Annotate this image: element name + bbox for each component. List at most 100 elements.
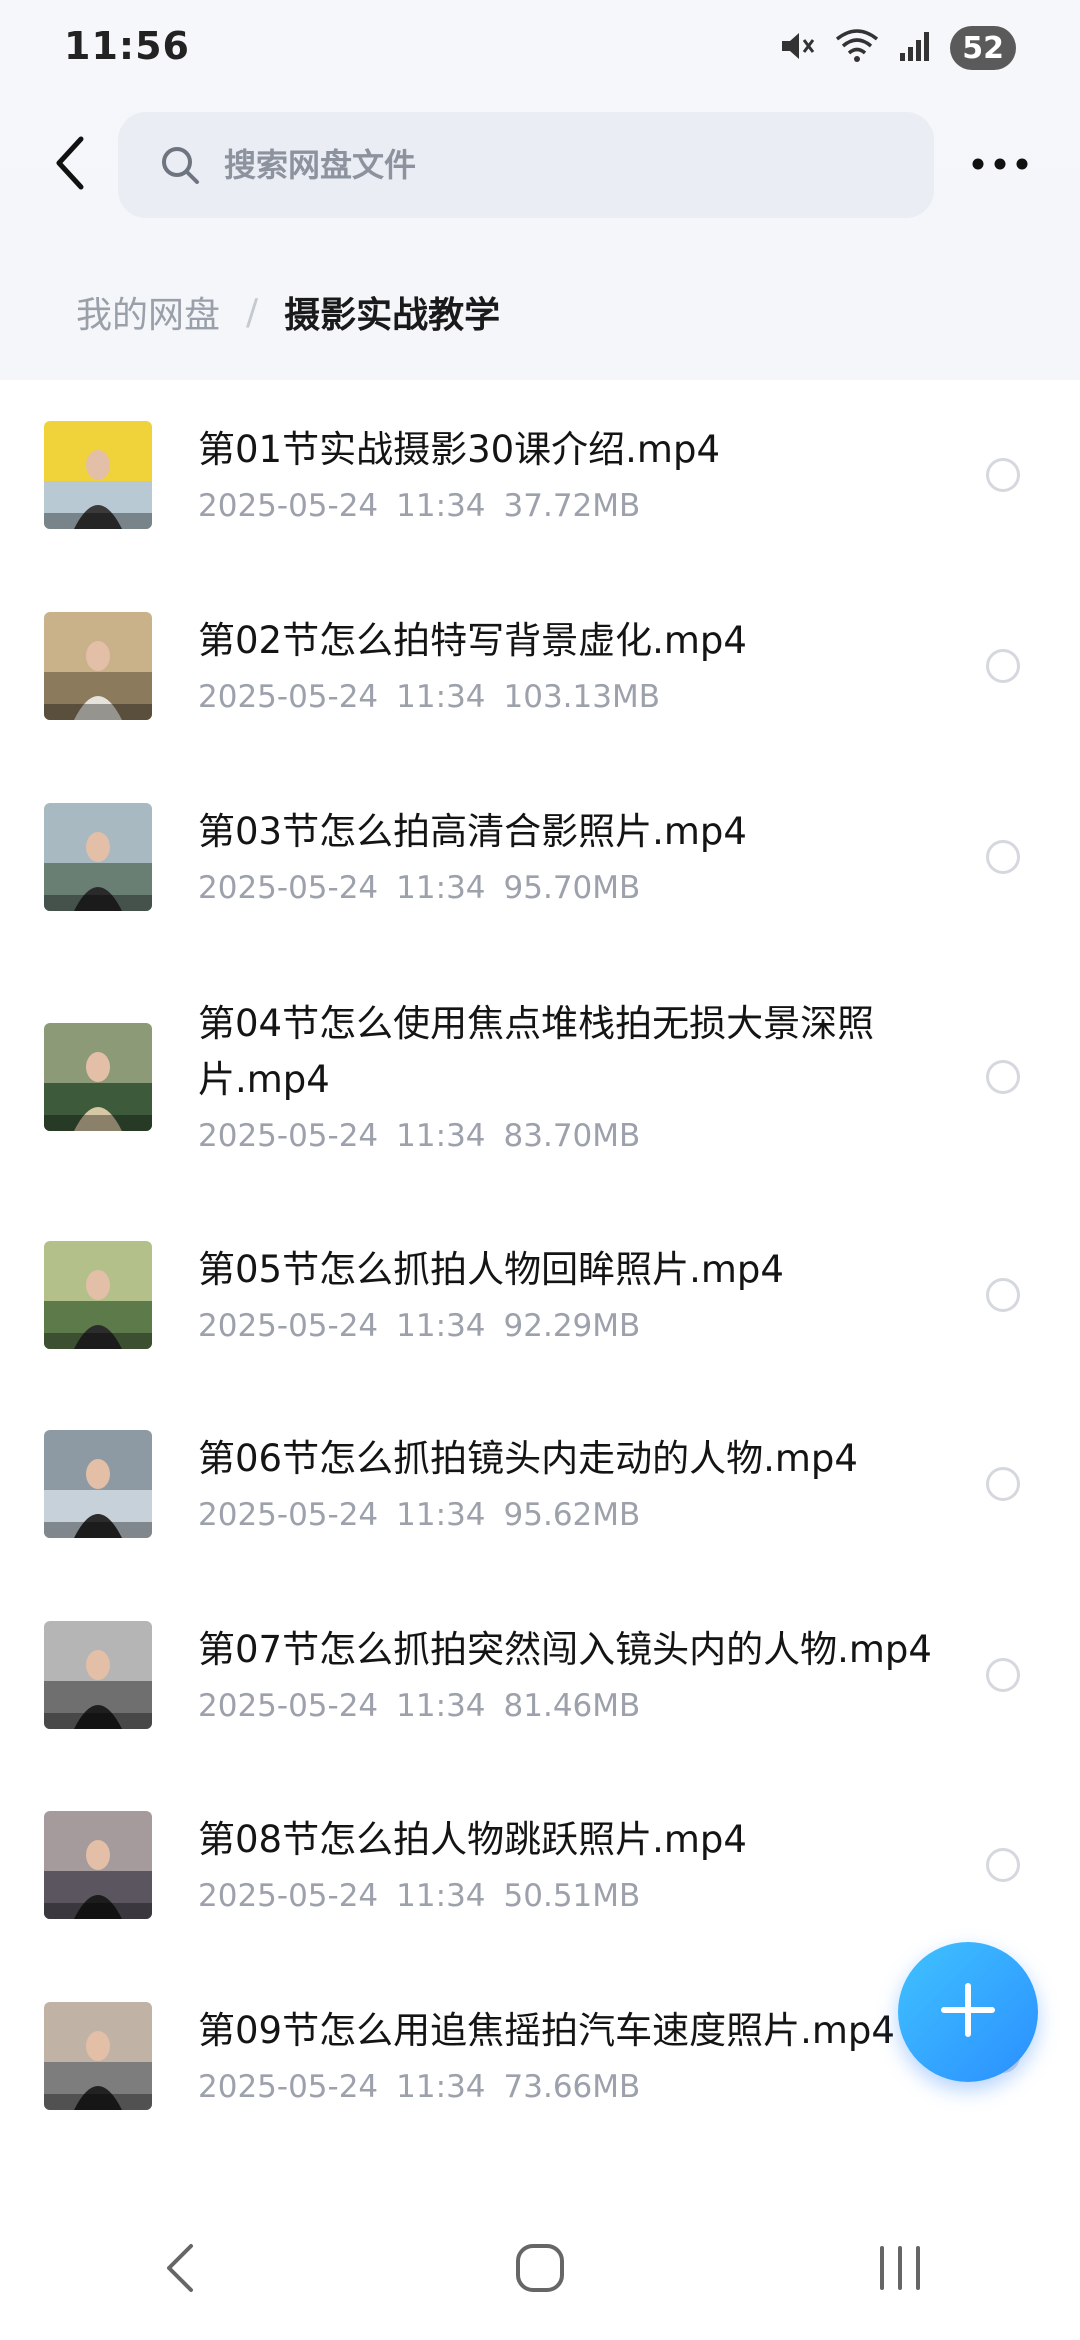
file-meta: 2025-05-24 11:34 92.29MB [198,1304,938,1348]
file-size: 103.13MB [503,679,660,715]
file-name: 第07节怎么抓拍突然闯入镜头内的人物.mp4 [198,1628,932,1671]
file-meta: 2025-05-24 11:34 37.72MB [198,484,938,528]
file-date: 2025-05-24 [198,1308,379,1344]
breadcrumb: 我的网盘 / 摄影实战教学 [76,286,500,338]
file-meta: 2025-05-24 11:34 50.51MB [198,1874,938,1918]
file-date: 2025-05-24 [198,1118,379,1154]
plus-icon [938,1980,998,2044]
select-radio[interactable] [986,458,1020,492]
select-radio[interactable] [986,1848,1020,1882]
file-info: 第05节怎么抓拍人物回眸照片.mp4 2025-05-24 11:34 92.29MB [198,1242,938,1348]
file-info: 第06节怎么抓拍镜头内走动的人物.mp4 2025-05-24 11:34 95.62… [198,1431,938,1537]
battery-indicator: 52 [950,26,1016,70]
screen: 11:56 52 搜索网盘文件 我的网盘 / 摄影实战教学 第01节实战摄影30… [0,0,1080,2340]
header [0,110,1080,220]
search-box[interactable] [118,112,934,218]
video-thumbnail [44,1811,152,1919]
file-time: 11:34 [396,488,486,524]
more-horizontal-icon [970,156,1030,175]
more-button[interactable] [960,140,1040,190]
file-info: 第02节怎么拍特写背景虚化.mp4 2025-05-24 11:34 103.13MB [198,613,938,719]
status-bar: 11:56 52 [0,0,1080,100]
file-name: 第01节实战摄影30课介绍.mp4 [198,428,720,471]
file-meta: 2025-05-24 11:34 83.70MB [198,1114,938,1158]
file-info: 第01节实战摄影30课介绍.mp4 2025-05-24 11:34 37.72MB [198,422,938,528]
video-thumbnail [44,1430,152,1538]
nav-back-button[interactable] [120,2230,240,2310]
file-size: 95.70MB [503,870,641,906]
status-icons: 52 [778,26,1016,70]
file-size: 37.72MB [503,488,641,524]
file-name: 第04节怎么使用焦点堆栈拍无损大景深照片.mp4 [198,1002,875,1101]
search-input[interactable] [224,146,904,184]
video-thumbnail [44,1241,152,1349]
file-name: 第05节怎么抓拍人物回眸照片.mp4 [198,1248,784,1291]
system-nav-bar [0,2200,1080,2340]
add-button[interactable] [898,1942,1038,2082]
file-row[interactable]: 第02节怎么拍特写背景虚化.mp4 2025-05-24 11:34 103.13MB [0,570,1080,762]
mute-icon [778,27,816,69]
video-thumbnail [44,2002,152,2110]
file-info: 第03节怎么拍高清合影照片.mp4 2025-05-24 11:34 95.70MB [198,804,938,910]
file-size: 92.29MB [503,1308,641,1344]
file-meta: 2025-05-24 11:34 73.66MB [198,2065,938,2109]
file-size: 73.66MB [503,2069,641,2105]
search-icon [158,143,202,187]
file-row[interactable]: 第01节实战摄影30课介绍.mp4 2025-05-24 11:34 37.72MB [0,380,1080,570]
file-time: 11:34 [396,679,486,715]
file-meta: 2025-05-24 11:34 103.13MB [198,675,938,719]
back-button[interactable] [36,130,106,200]
file-row[interactable]: 第08节怎么拍人物跳跃照片.mp4 2025-05-24 11:34 50.51MB [0,1770,1080,1960]
breadcrumb-root[interactable]: 我的网盘 [76,286,220,338]
nav-home-button[interactable] [480,2230,600,2310]
file-name: 第02节怎么拍特写背景虚化.mp4 [198,619,747,662]
nav-recents-button[interactable] [840,2230,960,2310]
select-radio[interactable] [986,649,1020,683]
file-size: 81.46MB [503,1688,641,1724]
file-row[interactable]: 第04节怎么使用焦点堆栈拍无损大景深照片.mp4 2025-05-24 11:34 8… [0,952,1080,1202]
file-date: 2025-05-24 [198,1688,379,1724]
file-size: 95.62MB [503,1497,641,1533]
file-time: 11:34 [396,2069,486,2105]
video-thumbnail [44,1621,152,1729]
file-date: 2025-05-24 [198,1878,379,1914]
video-thumbnail [44,1023,152,1131]
file-row[interactable]: 第03节怎么拍高清合影照片.mp4 2025-05-24 11:34 95.70MB [0,762,1080,952]
select-radio[interactable] [986,840,1020,874]
file-time: 11:34 [396,1688,486,1724]
select-radio[interactable] [986,1278,1020,1312]
file-name: 第08节怎么拍人物跳跃照片.mp4 [198,1818,747,1861]
video-thumbnail [44,612,152,720]
file-info: 第04节怎么使用焦点堆栈拍无损大景深照片.mp4 2025-05-24 11:34 8… [198,996,938,1158]
file-list: 第01节实战摄影30课介绍.mp4 2025-05-24 11:34 37.72MB 第… [0,380,1080,2200]
file-meta: 2025-05-24 11:34 81.46MB [198,1684,938,1728]
file-time: 11:34 [396,1878,486,1914]
status-time: 11:56 [64,24,190,68]
file-size: 83.70MB [503,1118,641,1154]
file-row[interactable]: 第06节怎么抓拍镜头内走动的人物.mp4 2025-05-24 11:34 95.62… [0,1388,1080,1580]
file-date: 2025-05-24 [198,488,379,524]
file-info: 第07节怎么抓拍突然闯入镜头内的人物.mp4 2025-05-24 11:34 81.… [198,1622,938,1728]
nav-back-icon [163,2242,197,2298]
file-time: 11:34 [396,870,486,906]
file-name: 第03节怎么拍高清合影照片.mp4 [198,810,747,853]
nav-home-icon [514,2242,566,2298]
select-radio[interactable] [986,1467,1020,1501]
file-date: 2025-05-24 [198,679,379,715]
file-row[interactable]: 第05节怎么抓拍人物回眸照片.mp4 2025-05-24 11:34 92.29MB [0,1202,1080,1388]
file-date: 2025-05-24 [198,1497,379,1533]
nav-recents-icon [874,2244,926,2296]
select-radio[interactable] [986,1060,1020,1094]
file-size: 50.51MB [503,1878,641,1914]
breadcrumb-separator: / [246,291,259,333]
file-meta: 2025-05-24 11:34 95.70MB [198,866,938,910]
file-name: 第06节怎么抓拍镜头内走动的人物.mp4 [198,1437,858,1480]
file-name: 第09节怎么用追焦摇拍汽车速度照片.mp4 [198,2009,895,2052]
breadcrumb-current: 摄影实战教学 [284,295,501,336]
chevron-left-icon [51,135,91,195]
file-time: 11:34 [396,1497,486,1533]
file-row[interactable]: 第07节怎么抓拍突然闯入镜头内的人物.mp4 2025-05-24 11:34 81.… [0,1580,1080,1770]
file-time: 11:34 [396,1118,486,1154]
file-info: 第09节怎么用追焦摇拍汽车速度照片.mp4 2025-05-24 11:34 73.6… [198,2003,938,2109]
select-radio[interactable] [986,1658,1020,1692]
